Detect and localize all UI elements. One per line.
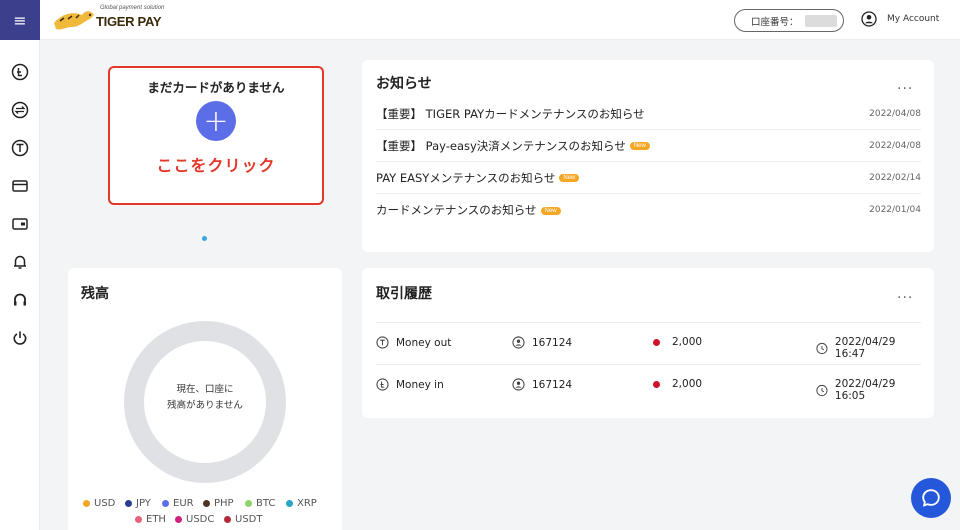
sidebar-item-wallet[interactable]: [10, 214, 30, 234]
menu-toggle-button[interactable]: ≡: [0, 0, 40, 40]
legend-item-jpy[interactable]: JPY: [125, 498, 151, 509]
legend-dot: [162, 500, 169, 507]
notice-item[interactable]: 【重要】 Pay-easy決済メンテナンスのお知らせ New 2022/04/08: [376, 130, 921, 162]
table-row[interactable]: Money out 167124 2,000 2022/04/29 16:47: [376, 322, 921, 362]
tx-type: Money in: [376, 378, 444, 391]
money-out-icon: [376, 336, 389, 349]
sidebar: [0, 40, 40, 530]
bell-icon: [14, 255, 26, 269]
legend-item-usdc[interactable]: USDC: [175, 514, 214, 525]
no-card-title: まだカードがありません: [147, 80, 285, 95]
legend-dot: [175, 516, 182, 523]
currency-circle-icon: [11, 63, 29, 81]
my-account-label: My Account: [887, 14, 940, 24]
legend-dot: [135, 516, 142, 523]
clock-icon: [816, 342, 828, 354]
legend-item-usdt[interactable]: USDT: [224, 514, 262, 525]
notice-date: 2022/01/04: [869, 205, 921, 215]
user-circle-icon: [512, 336, 525, 349]
new-badge: New: [629, 142, 650, 150]
legend-item-xrp[interactable]: XRP: [286, 498, 317, 509]
amount-status-dot: [653, 338, 660, 346]
withdraw-circle-icon: [11, 139, 29, 157]
tx-type: Money out: [376, 336, 451, 349]
hamburger-icon: ≡: [13, 10, 27, 30]
legend-dot: [245, 500, 252, 507]
logo-tagline: Global payment solution: [100, 5, 165, 11]
amount-status-dot: [653, 380, 660, 388]
logo-text: TIGER PAY: [96, 14, 162, 29]
balance-title: 残高: [81, 286, 109, 302]
legend-dot: [125, 500, 132, 507]
tx-user: 167124: [512, 378, 572, 391]
chat-bubble-icon: [922, 489, 940, 507]
sidebar-item-support[interactable]: [10, 290, 30, 310]
legend-dot: [224, 516, 231, 523]
power-icon: [13, 331, 27, 345]
tx-amount: 2,000: [653, 378, 702, 390]
new-badge: New: [540, 206, 561, 215]
sidebar-item-notifications[interactable]: [10, 252, 30, 272]
wallet-icon: [12, 218, 28, 230]
carousel-indicator-dot[interactable]: [202, 236, 207, 241]
add-card-panel[interactable]: まだカードがありません + ここをクリック: [108, 66, 324, 205]
legend-item-btc[interactable]: BTC: [245, 498, 275, 509]
headset-icon: [14, 293, 26, 306]
legend-item-php[interactable]: PHP: [203, 498, 234, 509]
money-in-icon: [376, 378, 389, 391]
user-circle-icon: [861, 11, 877, 27]
exchange-circle-icon: [11, 101, 29, 119]
tx-amount: 2,000: [653, 336, 702, 348]
legend-item-usd[interactable]: USD: [83, 498, 115, 509]
sidebar-item-card[interactable]: [10, 176, 30, 196]
new-badge: New: [559, 174, 580, 182]
chat-support-button[interactable]: [911, 478, 951, 518]
legend-item-eth[interactable]: ETH: [135, 514, 166, 525]
plus-icon: +: [203, 103, 229, 139]
credit-card-icon: [12, 180, 28, 192]
sidebar-item-currency[interactable]: [10, 62, 30, 82]
notice-item[interactable]: PAY EASYメンテナンスのお知らせ New 2022/02/14: [376, 162, 921, 194]
account-number-label: 口座番号：: [751, 16, 799, 28]
account-number-pill[interactable]: 口座番号：: [734, 9, 844, 32]
table-row[interactable]: Money in 167124 2,000 2022/04/29 16:05: [376, 364, 921, 404]
notices-more-button[interactable]: ...: [897, 77, 913, 93]
click-here-text[interactable]: ここをクリック: [110, 152, 322, 176]
legend-dot: [286, 500, 293, 507]
balance-empty-line2: 残高がありません: [167, 400, 243, 411]
notice-date: 2022/04/08: [869, 108, 921, 119]
tx-user: 167124: [512, 336, 572, 349]
legend-dot: [203, 500, 210, 507]
tx-datetime: 2022/04/29 16:47: [816, 336, 921, 360]
notice-date: 2022/02/14: [869, 172, 921, 183]
notice-text: 【重要】 Pay-easy決済メンテナンスのお知らせ New: [376, 138, 650, 154]
sidebar-item-exchange[interactable]: [10, 100, 30, 120]
legend-dot: [83, 500, 90, 507]
legend-item-eur[interactable]: EUR: [162, 498, 194, 509]
top-header: ≡ Global payment solution TIGER PAY 口座番号…: [0, 0, 960, 40]
notices-title: お知らせ: [376, 76, 432, 92]
account-number-masked: [804, 14, 837, 27]
notice-text: 【重要】 TIGER PAYカードメンテナンスのお知らせ: [376, 106, 645, 121]
transactions-more-button[interactable]: ...: [897, 286, 913, 302]
balance-empty-line1: 現在、口座に: [176, 384, 234, 395]
notice-text: カードメンテナンスのお知らせ New: [376, 202, 561, 218]
clock-icon: [816, 384, 828, 396]
notice-text: PAY EASYメンテナンスのお知らせ New: [376, 170, 580, 186]
transactions-title: 取引履歴: [376, 286, 432, 302]
add-card-button[interactable]: +: [196, 101, 236, 141]
balance-empty-message: 現在、口座に 残高がありません: [121, 382, 289, 414]
tx-datetime: 2022/04/29 16:05: [816, 378, 921, 402]
sidebar-item-logout[interactable]: [10, 328, 30, 348]
notice-item[interactable]: 【重要】 TIGER PAYカードメンテナンスのお知らせ 2022/04/08: [376, 98, 921, 130]
sidebar-item-withdraw[interactable]: [10, 138, 30, 158]
notice-date: 2022/04/08: [869, 140, 921, 151]
notice-item[interactable]: カードメンテナンスのお知らせ New 2022/01/04: [376, 194, 921, 226]
user-circle-icon: [512, 378, 525, 391]
my-account-link[interactable]: My Account: [861, 11, 939, 27]
